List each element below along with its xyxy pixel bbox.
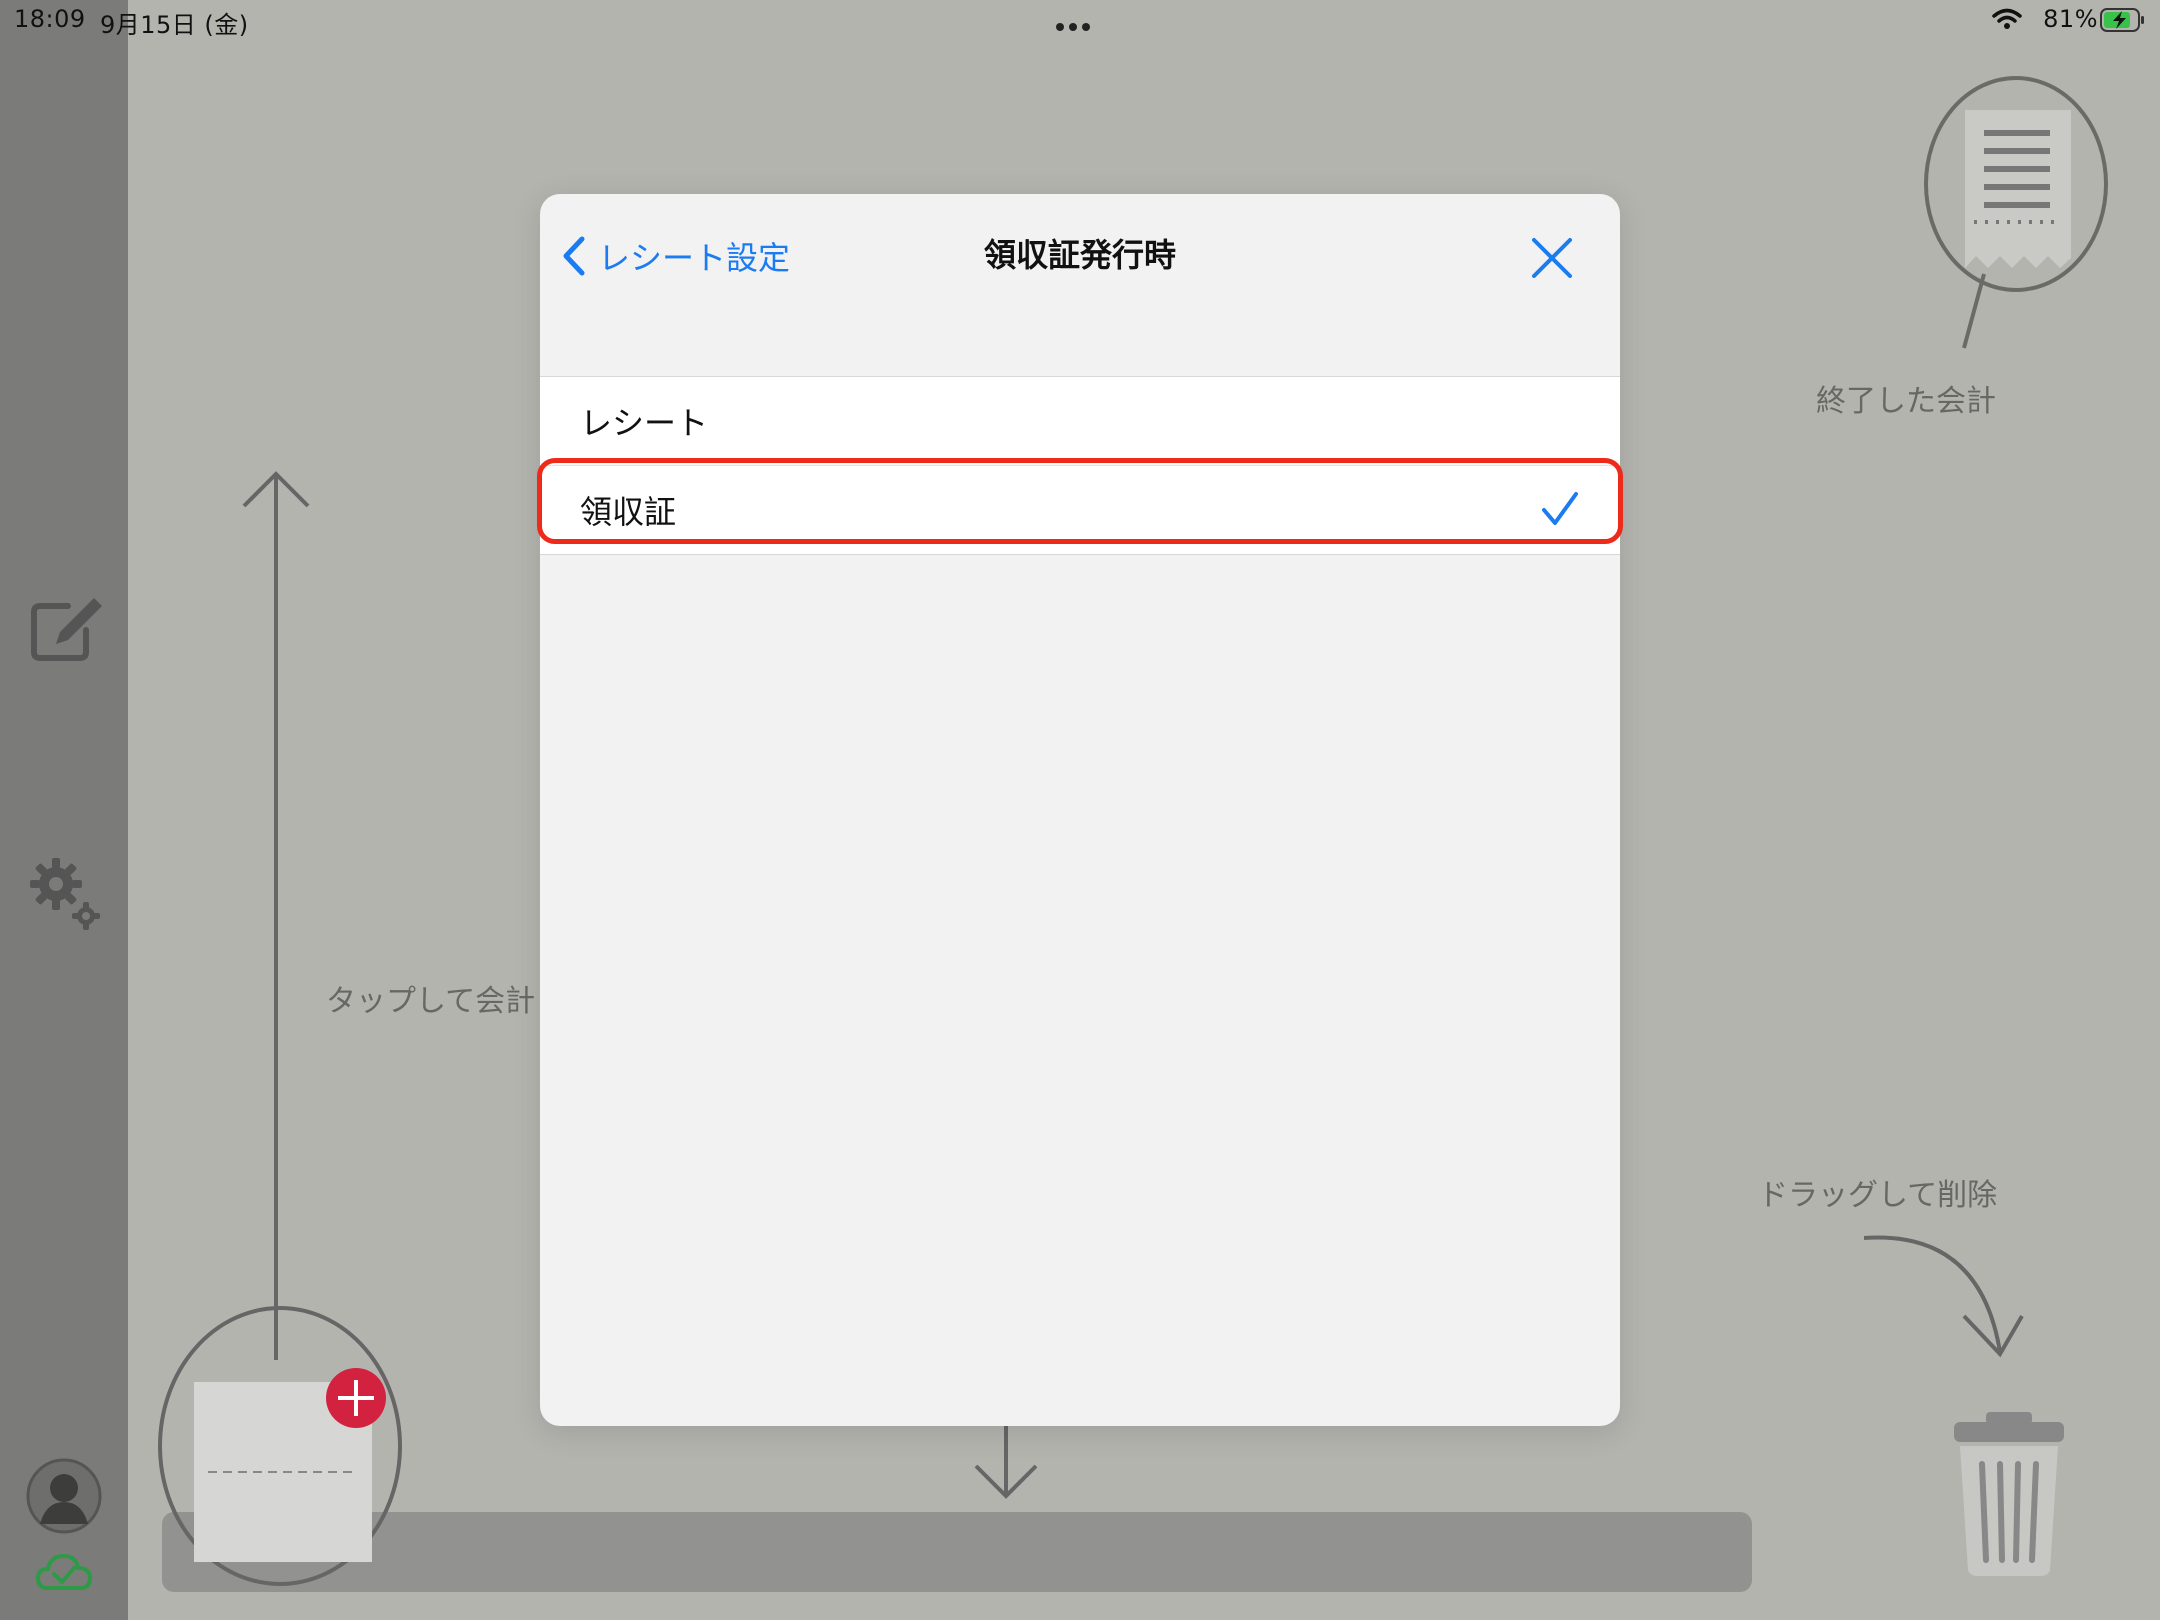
sidebar <box>0 0 128 1620</box>
option-receipt[interactable]: レシート <box>540 377 1620 465</box>
curved-arrow-icon <box>1863 1235 2024 1358</box>
down-arrow-icon <box>974 1426 1038 1499</box>
close-icon[interactable] <box>1524 230 1580 286</box>
finished-hint-label: 終了した会計 <box>1816 384 1996 419</box>
multitasking-dots-icon[interactable] <box>1056 16 1095 35</box>
option-label: レシート <box>580 404 709 442</box>
trash-can-icon[interactable] <box>1950 1410 2068 1578</box>
finished-receipts-icon[interactable] <box>1918 72 2114 354</box>
settings-gear-icon[interactable] <box>28 856 104 932</box>
up-arrow-guide-icon <box>242 471 310 1360</box>
status-bar: 18:09 9月15日 (金) 81% <box>0 0 2160 40</box>
tap-hint-label: タップして会計 <box>326 984 536 1019</box>
checkmark-icon <box>1542 492 1578 525</box>
option-ryoshusho[interactable]: 領収証 <box>540 465 1620 554</box>
new-receipt-card[interactable] <box>158 1304 408 1586</box>
wifi-icon <box>1992 8 2022 29</box>
status-time: 18:09 <box>14 5 86 33</box>
receipt-issue-modal: レシート設定 領収証発行時 レシート 領収証 <box>540 194 1620 1426</box>
status-date: 9月15日 (金) <box>100 11 249 39</box>
options-list: レシート 領収証 <box>540 376 1620 555</box>
drag-delete-hint-label: ドラッグして削除 <box>1758 1178 1998 1213</box>
account-avatar-icon[interactable] <box>26 1458 102 1534</box>
battery-charging-icon <box>2100 8 2144 32</box>
edit-icon[interactable] <box>28 594 108 666</box>
cloud-sync-icon <box>36 1553 92 1590</box>
modal-header: レシート設定 領収証発行時 <box>540 194 1620 374</box>
modal-title: 領収証発行時 <box>983 236 1176 274</box>
battery-percentage: 81% <box>2043 5 2098 33</box>
add-button-icon[interactable] <box>324 1366 388 1430</box>
option-label: 領収証 <box>580 493 677 531</box>
